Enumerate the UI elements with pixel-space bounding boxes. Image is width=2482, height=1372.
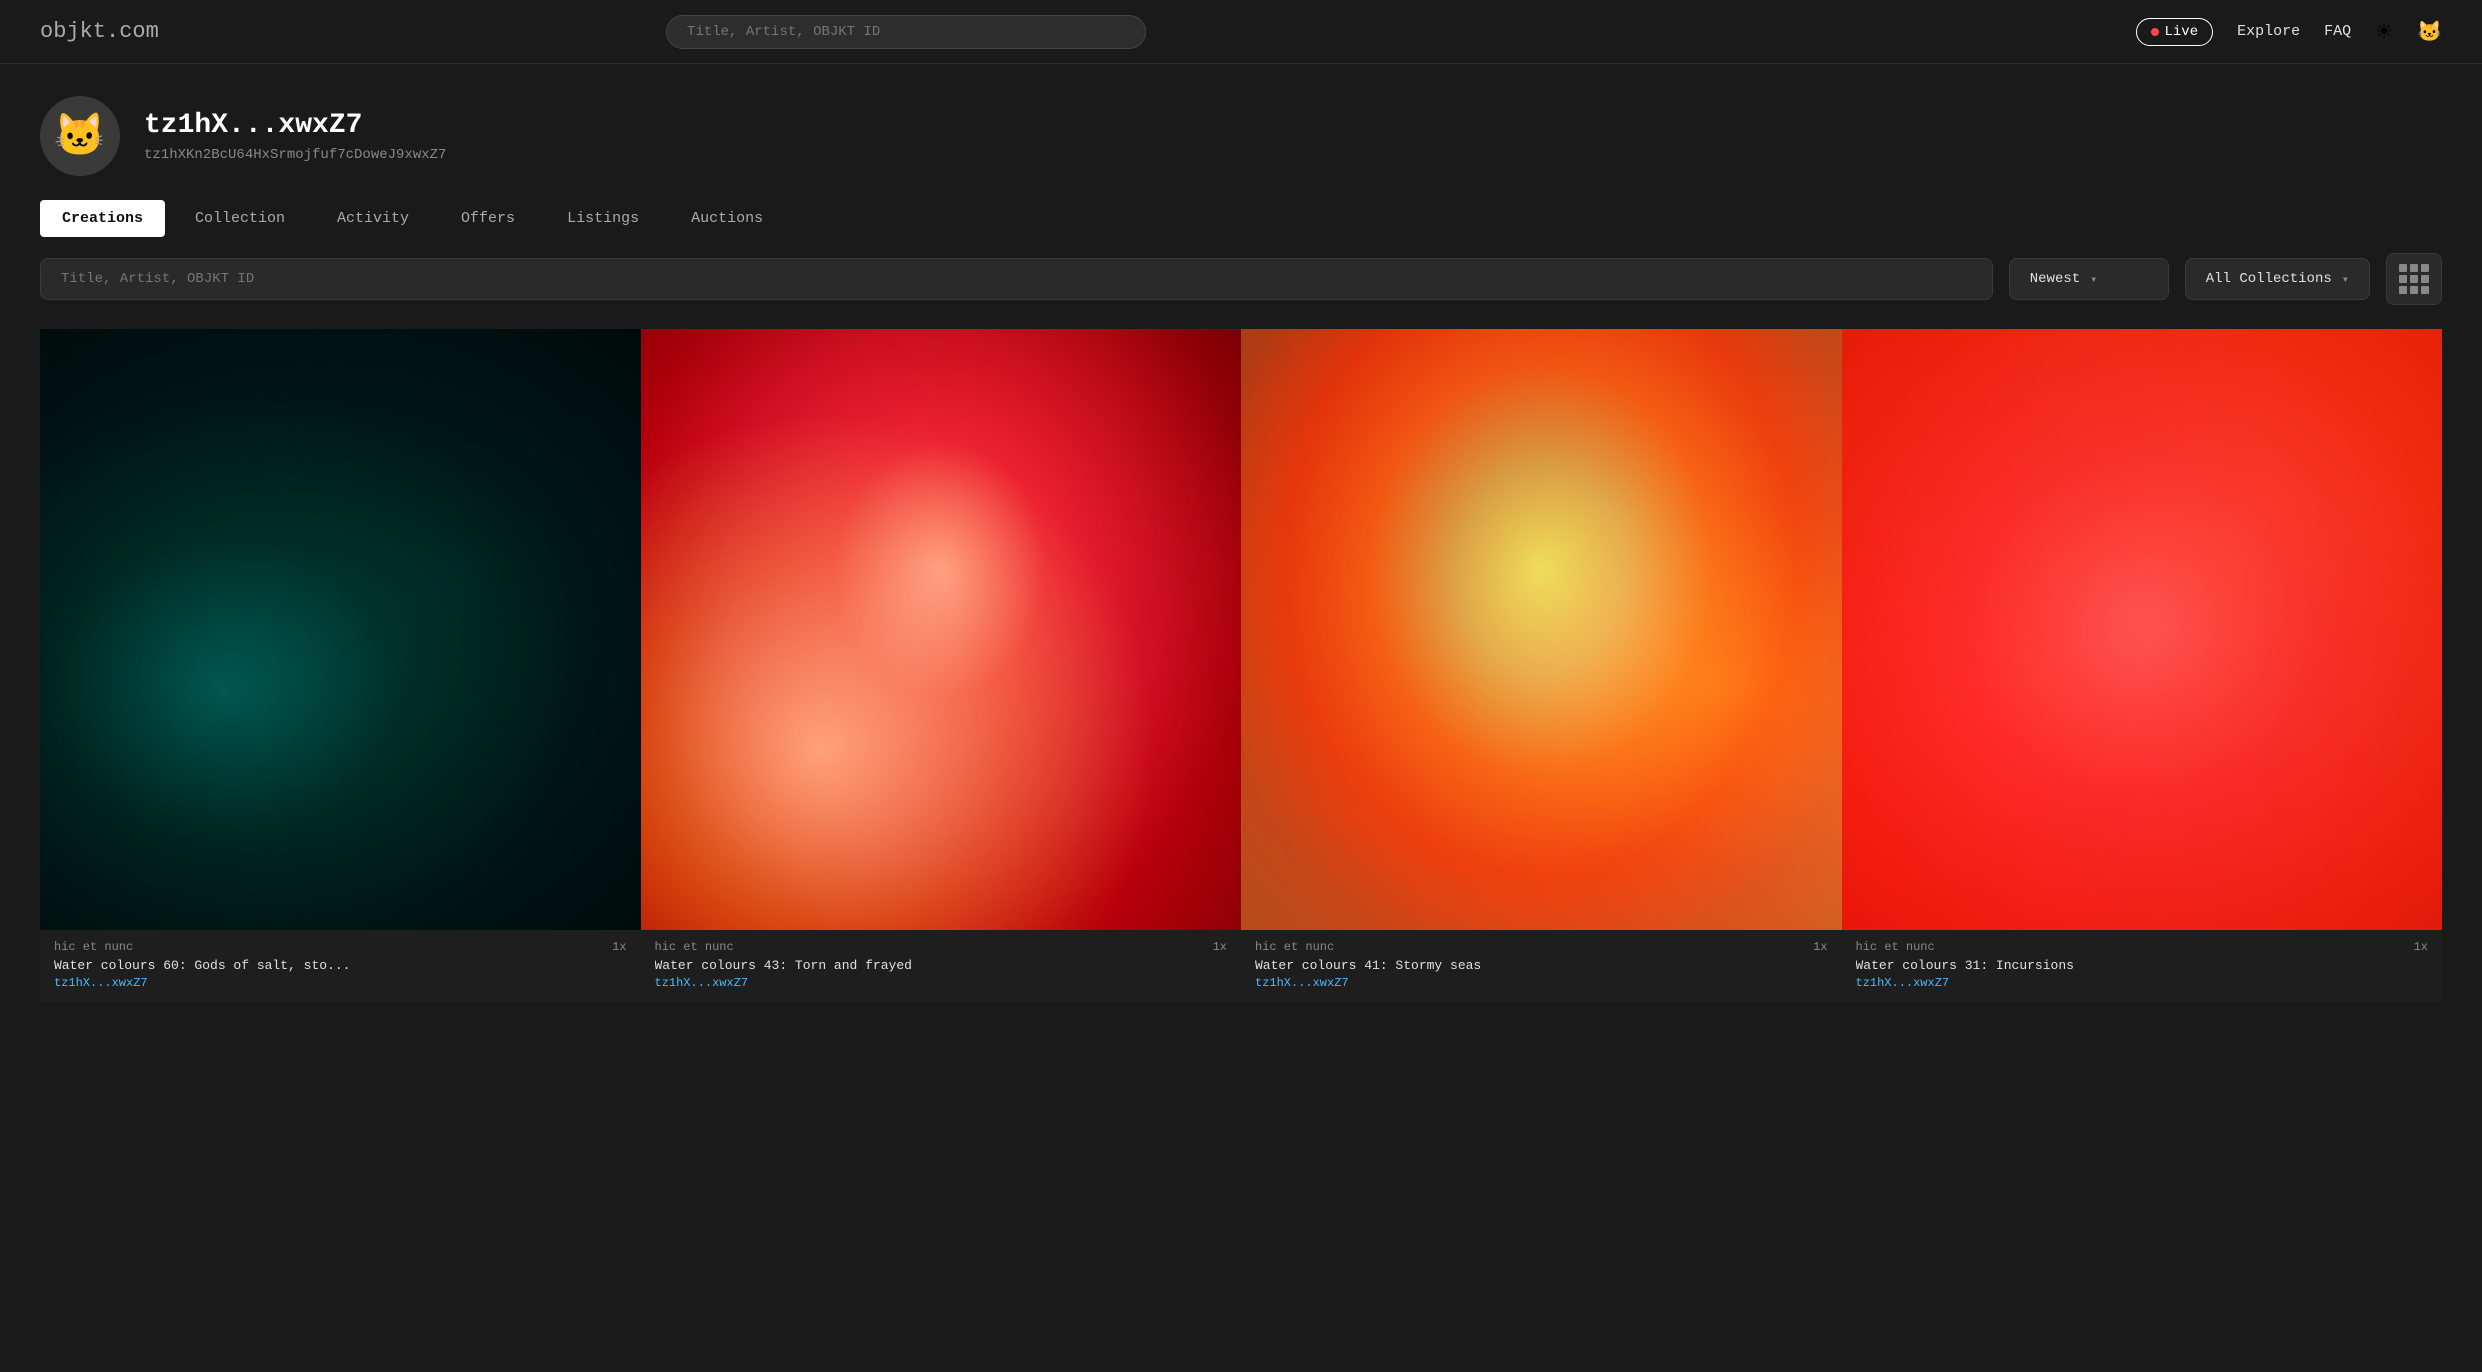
art-card-collection-1: hic et nunc — [655, 940, 734, 954]
profile-display-name: tz1hX...xwxZ7 — [144, 110, 446, 141]
user-avatar-button[interactable]: 🐱 — [2417, 19, 2442, 44]
art-card-meta-2: hic et nunc 1x — [1255, 940, 1828, 954]
art-card-title-2: Water colours 41: Stormy seas — [1255, 958, 1828, 973]
art-card-0[interactable]: hic et nunc 1x Water colours 60: Gods of… — [40, 329, 641, 1002]
creations-search-input[interactable] — [40, 258, 1993, 300]
logo-tld: .com — [106, 19, 159, 44]
tab-collection[interactable]: Collection — [173, 200, 307, 237]
art-card-artist-0[interactable]: tz1hX...xwxZ7 — [54, 976, 627, 990]
art-card-info-2: hic et nunc 1x Water colours 41: Stormy … — [1241, 930, 1842, 1002]
collection-dropdown[interactable]: All Collections ▾ — [2185, 258, 2370, 300]
grid-dot-2 — [2410, 264, 2418, 272]
profile-tabs: Creations Collection Activity Offers Lis… — [0, 200, 2482, 237]
art-card-image-1 — [641, 329, 1242, 930]
tab-listings[interactable]: Listings — [545, 200, 661, 237]
art-card-meta-3: hic et nunc 1x — [1856, 940, 2429, 954]
art-card-meta-1: hic et nunc 1x — [655, 940, 1228, 954]
art-card-collection-2: hic et nunc — [1255, 940, 1334, 954]
art-card-3[interactable]: hic et nunc 1x Water colours 31: Incursi… — [1842, 329, 2443, 1002]
logo[interactable]: objkt.com — [40, 19, 159, 44]
profile-info: tz1hX...xwxZ7 tz1hXKn2BcU64HxSrmojfuf7cD… — [144, 110, 446, 163]
explore-link[interactable]: Explore — [2237, 23, 2300, 40]
art-card-image-2 — [1241, 329, 1842, 930]
theme-toggle-button[interactable]: ☀ — [2375, 19, 2393, 44]
art-card-edition-3: 1x — [2414, 940, 2428, 954]
grid-dot-9 — [2421, 286, 2429, 294]
art-card-image-inner-1 — [641, 329, 1242, 930]
header: objkt.com Live Explore FAQ ☀ 🐱 — [0, 0, 2482, 64]
art-card-title-1: Water colours 43: Torn and frayed — [655, 958, 1228, 973]
header-nav: Live Explore FAQ ☀ 🐱 — [2136, 18, 2441, 46]
art-card-artist-2[interactable]: tz1hX...xwxZ7 — [1255, 976, 1828, 990]
grid-dot-8 — [2410, 286, 2418, 294]
collection-label: All Collections — [2206, 271, 2332, 287]
profile-full-address: tz1hXKn2BcU64HxSrmojfuf7cDoweJ9xwxZ7 — [144, 147, 446, 163]
art-card-edition-0: 1x — [612, 940, 626, 954]
art-card-info-3: hic et nunc 1x Water colours 31: Incursi… — [1842, 930, 2443, 1002]
art-card-artist-3[interactable]: tz1hX...xwxZ7 — [1856, 976, 2429, 990]
profile-section: 🐱 tz1hX...xwxZ7 tz1hXKn2BcU64HxSrmojfuf7… — [0, 64, 2482, 200]
art-card-1[interactable]: hic et nunc 1x Water colours 43: Torn an… — [641, 329, 1242, 1002]
art-card-image-0 — [40, 329, 641, 930]
art-card-info-0: hic et nunc 1x Water colours 60: Gods of… — [40, 930, 641, 1002]
grid-dot-4 — [2399, 275, 2407, 283]
avatar: 🐱 — [40, 96, 120, 176]
sort-label: Newest — [2030, 271, 2080, 287]
tab-auctions[interactable]: Auctions — [669, 200, 785, 237]
art-card-image-inner-2 — [1241, 329, 1842, 930]
sort-dropdown[interactable]: Newest ▾ — [2009, 258, 2169, 300]
art-card-title-0: Water colours 60: Gods of salt, sto... — [54, 958, 627, 973]
grid-dot-7 — [2399, 286, 2407, 294]
header-search-input[interactable] — [666, 15, 1146, 49]
grid-view-toggle[interactable] — [2386, 253, 2442, 305]
art-card-collection-3: hic et nunc — [1856, 940, 1935, 954]
art-card-image-inner-0 — [40, 329, 641, 930]
live-button[interactable]: Live — [2136, 18, 2213, 46]
header-search-container — [666, 15, 1146, 49]
grid-dot-1 — [2399, 264, 2407, 272]
art-card-edition-2: 1x — [1813, 940, 1827, 954]
art-card-meta-0: hic et nunc 1x — [54, 940, 627, 954]
art-card-title-3: Water colours 31: Incursions — [1856, 958, 2429, 973]
art-card-2[interactable]: hic et nunc 1x Water colours 41: Stormy … — [1241, 329, 1842, 1002]
art-card-edition-1: 1x — [1213, 940, 1227, 954]
tab-activity[interactable]: Activity — [315, 200, 431, 237]
filter-bar: Newest ▾ All Collections ▾ — [0, 253, 2482, 305]
logo-brand: objkt — [40, 19, 106, 44]
collection-chevron-icon: ▾ — [2342, 272, 2349, 287]
grid-dot-5 — [2410, 275, 2418, 283]
avatar-image: 🐱 — [54, 111, 106, 162]
art-card-image-3 — [1842, 329, 2443, 930]
live-indicator — [2151, 28, 2159, 36]
faq-link[interactable]: FAQ — [2324, 23, 2351, 40]
tab-offers[interactable]: Offers — [439, 200, 537, 237]
grid-dot-3 — [2421, 264, 2429, 272]
live-label: Live — [2164, 24, 2198, 40]
grid-dot-6 — [2421, 275, 2429, 283]
art-card-collection-0: hic et nunc — [54, 940, 133, 954]
art-card-artist-1[interactable]: tz1hX...xwxZ7 — [655, 976, 1228, 990]
art-grid: hic et nunc 1x Water colours 60: Gods of… — [0, 329, 2482, 1002]
tab-creations[interactable]: Creations — [40, 200, 165, 237]
art-card-info-1: hic et nunc 1x Water colours 43: Torn an… — [641, 930, 1242, 1002]
sort-chevron-icon: ▾ — [2090, 272, 2097, 287]
art-card-image-inner-3 — [1842, 329, 2443, 930]
